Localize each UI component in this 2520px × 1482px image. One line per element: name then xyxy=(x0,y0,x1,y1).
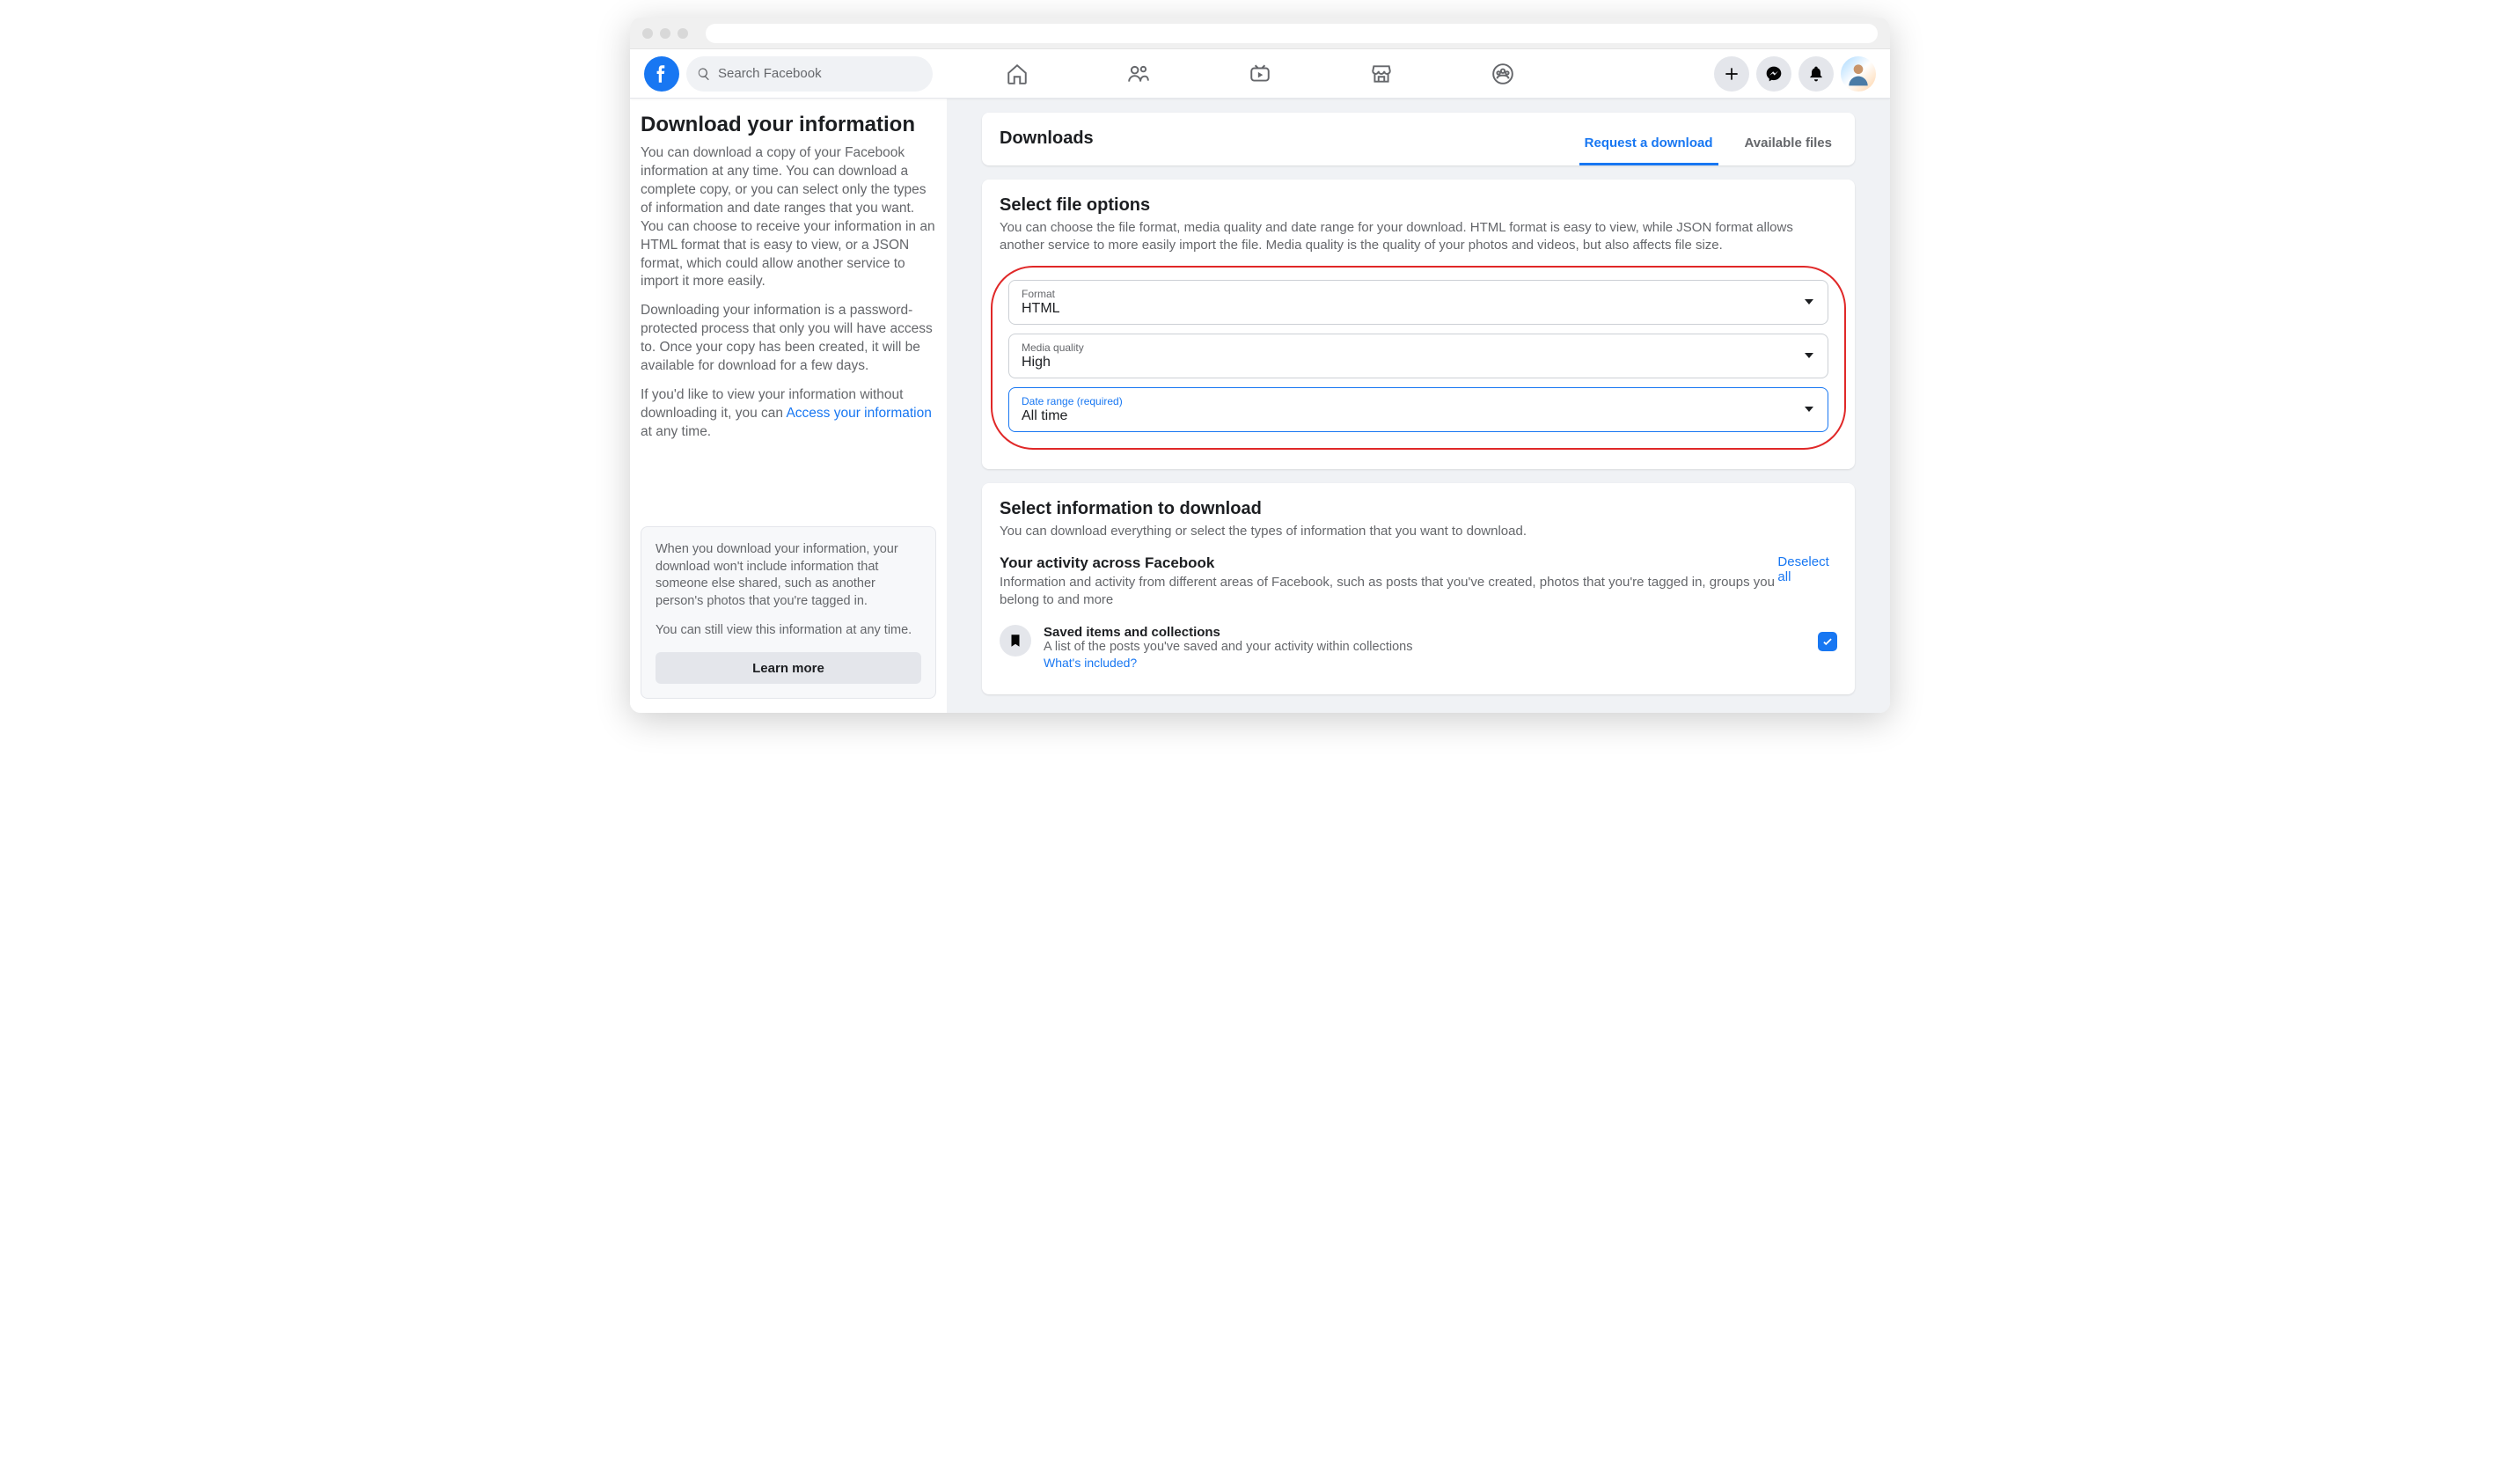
search-placeholder: Search Facebook xyxy=(718,66,822,81)
downloads-header-card: Downloads Request a download Available f… xyxy=(982,113,1855,165)
sidebar-p3: If you'd like to view your information w… xyxy=(641,386,936,442)
chevron-down-icon xyxy=(1805,353,1813,358)
notifications-button[interactable] xyxy=(1798,56,1834,92)
highlight-ring: Format HTML Media quality High Date rang… xyxy=(991,266,1846,450)
window-max-dot[interactable] xyxy=(678,28,688,39)
info-box-p1: When you download your information, your… xyxy=(656,541,921,610)
format-label: Format xyxy=(1022,288,1815,300)
item-desc: A list of the posts you've saved and you… xyxy=(1044,640,1806,654)
bookmark-icon xyxy=(1007,633,1023,649)
marketplace-icon xyxy=(1370,62,1393,85)
body-area: Download your information You can downlo… xyxy=(630,99,1890,713)
select-info-desc: You can download everything or select th… xyxy=(1000,523,1837,540)
groups-icon xyxy=(1491,62,1514,85)
sidebar-title: Download your information xyxy=(641,113,936,137)
item-checkbox[interactable] xyxy=(1818,632,1837,651)
nav-groups[interactable] xyxy=(1446,53,1560,95)
messenger-button[interactable] xyxy=(1756,56,1791,92)
url-bar[interactable] xyxy=(706,24,1878,43)
date-label: Date range (required) xyxy=(1022,395,1815,407)
activity-desc: Information and activity from different … xyxy=(1000,574,1777,610)
chevron-down-icon xyxy=(1805,407,1813,412)
center-nav xyxy=(960,53,1560,95)
nav-friends[interactable] xyxy=(1081,53,1196,95)
messenger-icon xyxy=(1765,65,1783,83)
facebook-header: Search Facebook xyxy=(630,49,1890,99)
nav-home[interactable] xyxy=(960,53,1074,95)
learn-more-button[interactable]: Learn more xyxy=(656,652,921,684)
browser-window: Search Facebook xyxy=(630,18,1890,713)
select-info-card: Select information to download You can d… xyxy=(982,483,1855,695)
saved-items-row: Saved items and collections A list of th… xyxy=(1000,618,1837,679)
date-value: All time xyxy=(1022,408,1067,423)
format-value: HTML xyxy=(1022,301,1060,316)
info-box-p2: You can still view this information at a… xyxy=(656,622,921,640)
access-info-link[interactable]: Access your information xyxy=(786,406,931,421)
media-label: Media quality xyxy=(1022,341,1815,354)
sidebar-info-box: When you download your information, your… xyxy=(641,526,936,699)
chevron-down-icon xyxy=(1805,299,1813,304)
bell-icon xyxy=(1807,65,1825,83)
plus-icon xyxy=(1723,65,1740,83)
window-close-dot[interactable] xyxy=(642,28,653,39)
whats-included-link[interactable]: What's included? xyxy=(1044,656,1137,670)
profile-avatar[interactable] xyxy=(1841,56,1876,92)
page-title: Downloads xyxy=(1000,128,1094,161)
home-icon xyxy=(1006,62,1029,85)
nav-marketplace[interactable] xyxy=(1324,53,1439,95)
file-options-card: Select file options You can choose the f… xyxy=(982,180,1855,469)
search-icon xyxy=(697,67,711,81)
header-right-controls xyxy=(1714,56,1876,92)
nav-watch[interactable] xyxy=(1203,53,1317,95)
date-range-select[interactable]: Date range (required) All time xyxy=(1008,387,1828,432)
select-info-title: Select information to download xyxy=(1000,499,1837,519)
file-options-desc: You can choose the file format, media qu… xyxy=(1000,219,1837,255)
bookmark-icon-wrap xyxy=(1000,625,1031,657)
file-options-title: Select file options xyxy=(1000,195,1837,216)
create-button[interactable] xyxy=(1714,56,1749,92)
watch-icon xyxy=(1249,62,1271,85)
window-min-dot[interactable] xyxy=(660,28,670,39)
check-icon xyxy=(1821,635,1834,648)
tab-available-files[interactable]: Available files xyxy=(1740,123,1838,165)
item-title: Saved items and collections xyxy=(1044,625,1806,640)
tabs: Request a download Available files xyxy=(1579,123,1837,165)
media-value: High xyxy=(1022,355,1051,370)
tab-request-download[interactable]: Request a download xyxy=(1579,123,1718,165)
activity-heading: Your activity across Facebook xyxy=(1000,554,1777,572)
avatar-icon xyxy=(1844,60,1872,88)
sidebar-p1: You can download a copy of your Facebook… xyxy=(641,144,936,291)
search-box[interactable]: Search Facebook xyxy=(686,56,933,92)
sidebar: Download your information You can downlo… xyxy=(630,99,947,713)
main-content: Downloads Request a download Available f… xyxy=(947,99,1890,713)
format-select[interactable]: Format HTML xyxy=(1008,280,1828,325)
facebook-logo[interactable] xyxy=(644,56,679,92)
media-quality-select[interactable]: Media quality High xyxy=(1008,334,1828,378)
sidebar-p2: Downloading your information is a passwo… xyxy=(641,302,936,376)
browser-chrome xyxy=(630,18,1890,49)
deselect-all-link[interactable]: Deselect all xyxy=(1777,554,1837,584)
friends-icon xyxy=(1127,62,1150,85)
